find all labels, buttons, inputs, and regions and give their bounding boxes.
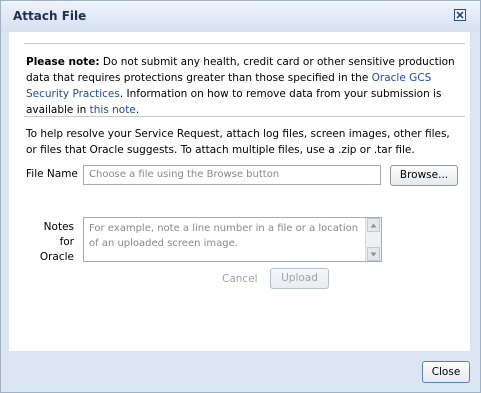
sensitive-data-notice: Please note: Do not submit any health, c…: [26, 54, 458, 118]
attach-file-dialog: Attach File Please note: Do not submit a…: [0, 0, 481, 393]
file-name-input[interactable]: Choose a file using the Browse button: [83, 165, 381, 185]
notes-placeholder: For example, note a line number in a fil…: [89, 223, 359, 249]
notice-text-3: .: [135, 104, 140, 116]
close-x-icon[interactable]: [454, 9, 466, 21]
browse-button[interactable]: Browse...: [390, 165, 458, 186]
cancel-button[interactable]: Cancel: [222, 273, 258, 285]
close-x-glyph: [456, 11, 464, 19]
notes-textarea[interactable]: For example, note a line number in a fil…: [83, 217, 382, 262]
scroll-down-icon[interactable]: [367, 247, 380, 261]
upload-button[interactable]: Upload: [270, 268, 329, 289]
notes-label: Notes for Oracle: [39, 221, 74, 263]
dialog-title: Attach File: [13, 9, 87, 23]
close-button[interactable]: Close: [422, 361, 470, 383]
file-name-label: File Name: [26, 168, 78, 180]
notice-lead: Please note:: [26, 56, 100, 68]
help-text: To help resolve your Service Request, at…: [26, 128, 450, 156]
this-note-link[interactable]: this note: [90, 104, 136, 116]
dialog-content: Please note: Do not submit any health, c…: [9, 32, 470, 351]
scroll-up-icon[interactable]: [367, 218, 380, 232]
dialog-titlebar: Attach File: [1, 1, 480, 31]
notes-scrollbar[interactable]: [365, 218, 381, 261]
divider-top: [24, 43, 465, 44]
divider-middle: [24, 116, 465, 117]
